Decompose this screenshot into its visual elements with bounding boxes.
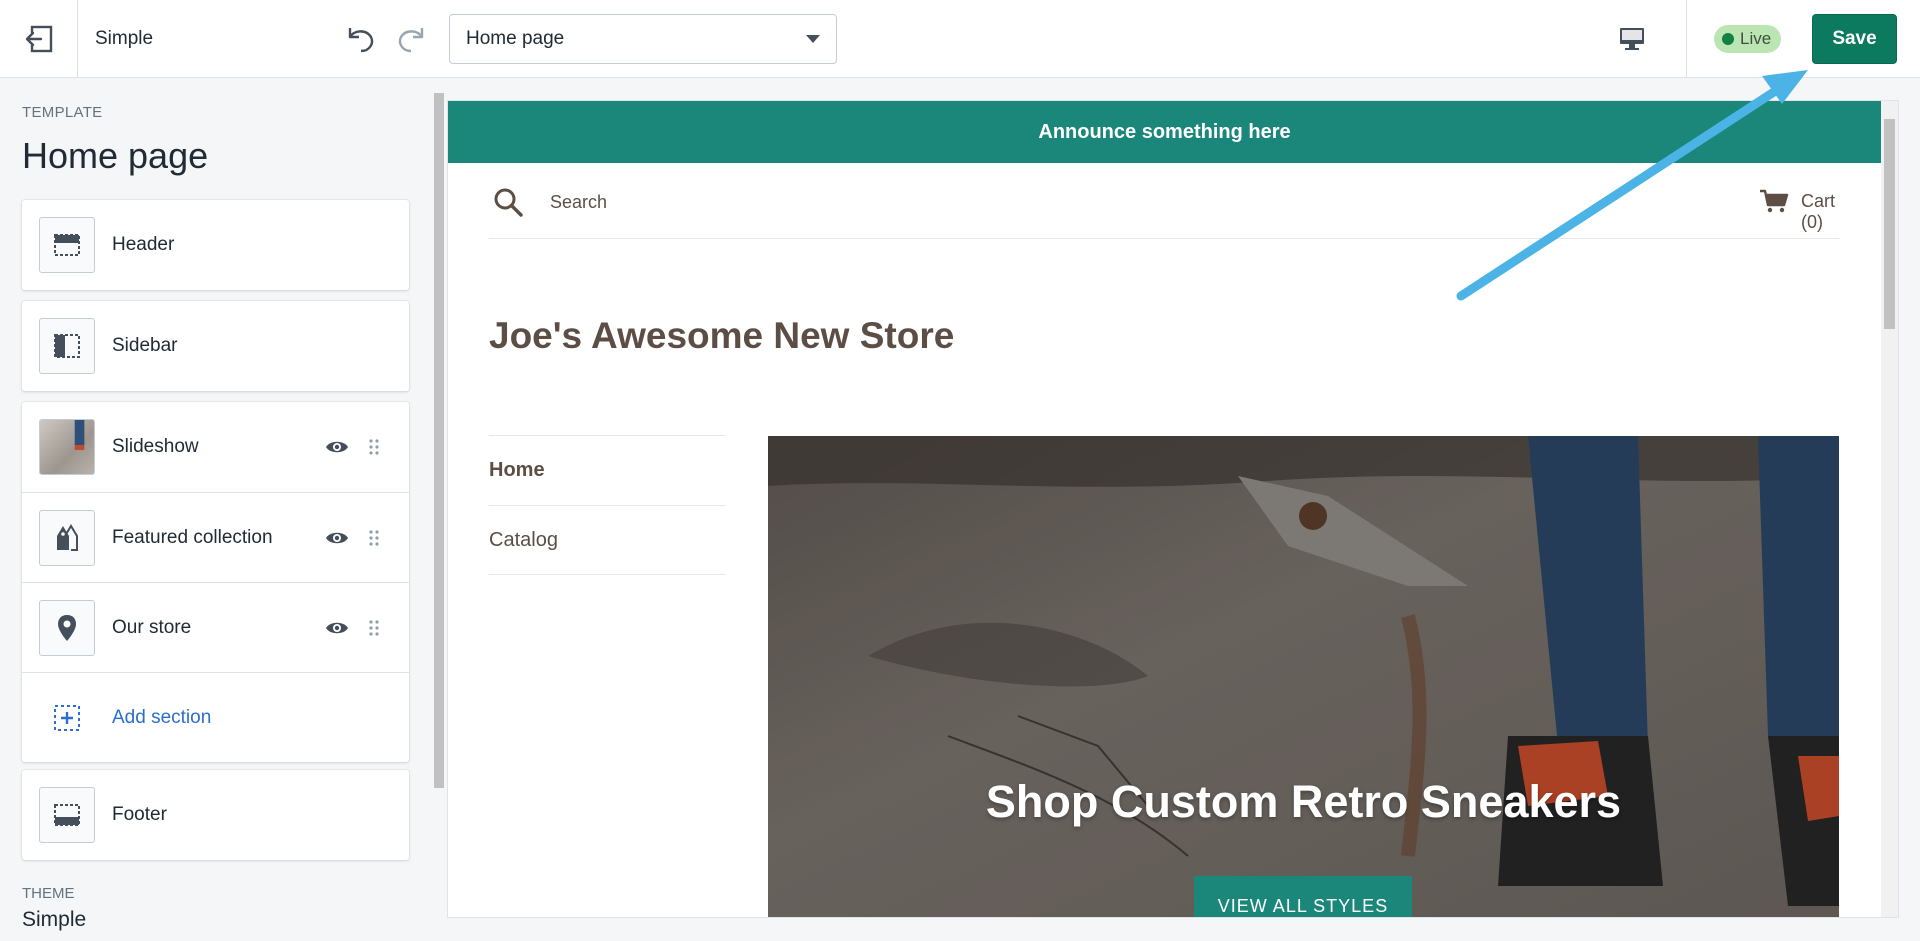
sidebar-card: Sidebar	[22, 301, 409, 391]
hero-image	[768, 436, 1839, 917]
preview-scrollbar[interactable]	[1881, 101, 1898, 917]
store-header: Search Cart (0)	[489, 163, 1839, 239]
sidebar-scrollbar[interactable]	[432, 79, 446, 941]
sidebar-section-icon	[39, 318, 95, 374]
theme-name: Simple	[95, 28, 154, 49]
section-row-header[interactable]: Header	[22, 200, 409, 290]
drag-handle-icon[interactable]	[367, 616, 381, 640]
slideshow-thumbnail	[39, 419, 95, 475]
drag-handle-icon[interactable]	[367, 435, 381, 459]
announcement-bar[interactable]: Announce something here	[448, 101, 1881, 163]
drag-handle-icon[interactable]	[367, 526, 381, 550]
footer-card: Footer	[22, 770, 409, 860]
header-section-icon	[39, 217, 95, 273]
section-label-our-store: Our store	[112, 616, 192, 638]
section-label-footer: Footer	[112, 804, 167, 825]
hero-slideshow: Shop Custom Retro Sneakers VIEW ALL STYL…	[768, 436, 1839, 917]
add-section-label: Add section	[112, 706, 212, 728]
section-label-featured-collection: Featured collection	[112, 526, 273, 548]
exit-icon	[25, 25, 52, 53]
store-nav: Home Catalog	[489, 435, 725, 575]
template-label: TEMPLATE	[22, 104, 103, 121]
editor-topbar: Simple Home page Live Save	[0, 0, 1920, 78]
tag-icon	[39, 510, 95, 566]
undo-button[interactable]	[340, 20, 380, 58]
section-label-sidebar: Sidebar	[112, 335, 178, 356]
eye-icon[interactable]	[324, 435, 350, 459]
template-title: Home page	[22, 135, 209, 176]
view-all-styles-button[interactable]: VIEW ALL STYLES	[1194, 876, 1412, 917]
save-button[interactable]: Save	[1812, 14, 1897, 64]
cart-icon[interactable]	[1759, 188, 1789, 214]
redo-icon	[398, 28, 424, 53]
nav-item-home[interactable]: Home	[489, 435, 725, 505]
section-label-slideshow: Slideshow	[112, 436, 199, 457]
topbar-divider	[1686, 0, 1687, 78]
eye-icon[interactable]	[324, 616, 350, 640]
section-row-featured-collection[interactable]: Featured collection	[22, 492, 409, 582]
footer-section-icon	[39, 787, 95, 843]
sidebar-scrollbar-thumb[interactable]	[434, 93, 444, 788]
section-row-our-store[interactable]: Our store	[22, 582, 409, 672]
exit-editor-button[interactable]	[0, 0, 78, 78]
search-icon[interactable]	[493, 187, 523, 217]
live-label: Live	[1740, 29, 1772, 48]
hero-title: Shop Custom Retro Sneakers	[985, 776, 1622, 827]
caret-down-icon	[806, 35, 820, 43]
preview-area: Announce something here Search Cart (0) …	[446, 79, 1920, 941]
preview-scrollbar-thumb[interactable]	[1884, 119, 1895, 329]
content-sections-card: Slideshow Featured collection Our store …	[22, 402, 409, 762]
desktop-icon	[1620, 28, 1644, 50]
nav-item-catalog[interactable]: Catalog	[489, 505, 725, 575]
add-section-button[interactable]: Add section	[22, 672, 409, 762]
eye-icon[interactable]	[324, 526, 350, 550]
add-section-icon	[39, 690, 95, 746]
store-preview: Announce something here Search Cart (0) …	[448, 101, 1898, 917]
redo-button[interactable]	[392, 20, 432, 58]
section-row-slideshow[interactable]: Slideshow	[22, 402, 409, 492]
theme-label: THEME	[22, 885, 75, 902]
page-select[interactable]: Home page	[449, 14, 837, 64]
store-name[interactable]: Joe's Awesome New Store	[489, 315, 954, 357]
section-row-sidebar[interactable]: Sidebar	[22, 301, 409, 391]
live-dot-icon	[1722, 33, 1734, 45]
map-pin-icon	[39, 600, 95, 656]
undo-icon	[348, 28, 374, 53]
sections-sidebar: TEMPLATE Home page Header Sidebar Slides…	[0, 79, 432, 941]
store-search-label[interactable]: Search	[550, 192, 607, 213]
desktop-view-button[interactable]	[1612, 20, 1652, 58]
live-status-badge: Live	[1714, 25, 1782, 53]
sidebar-theme-name: Simple	[22, 908, 87, 931]
cart-label[interactable]: Cart (0)	[1801, 191, 1839, 233]
section-row-footer[interactable]: Footer	[22, 770, 409, 860]
page-select-value: Home page	[466, 28, 565, 49]
header-card: Header	[22, 200, 409, 290]
section-label-header: Header	[112, 234, 175, 255]
